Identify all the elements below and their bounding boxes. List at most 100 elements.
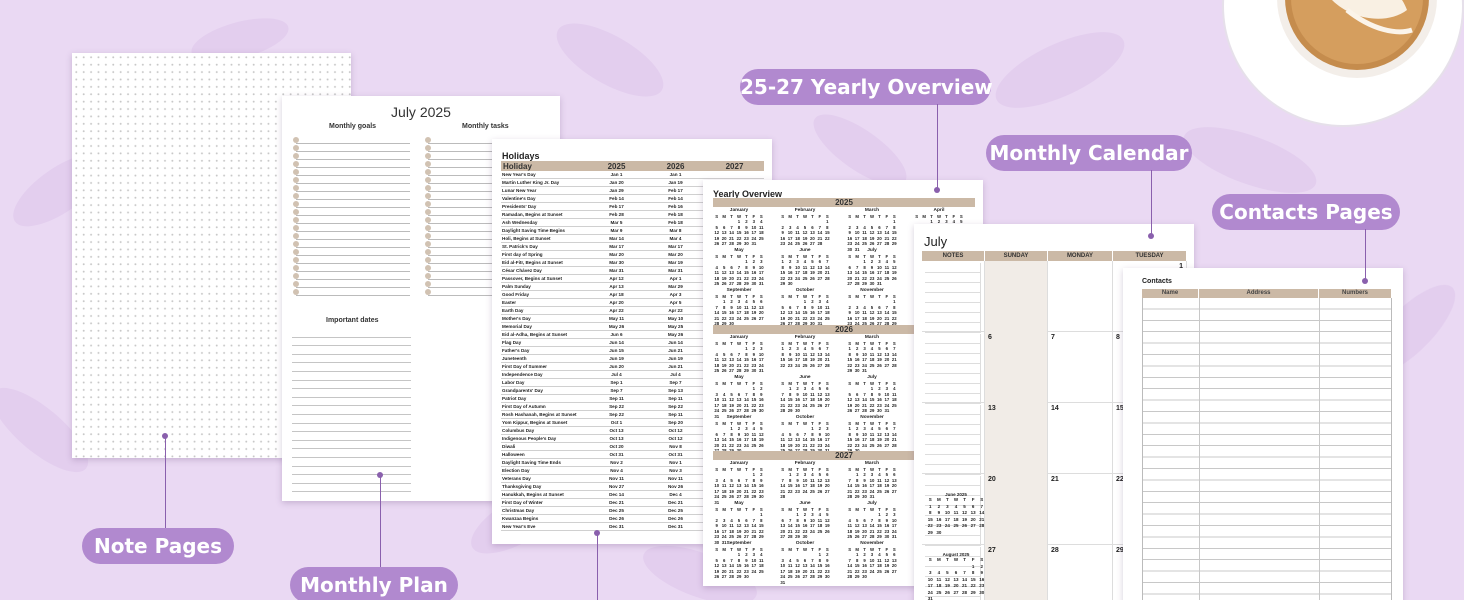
day-number: 22 <box>787 488 793 494</box>
bullet-icon <box>425 153 431 159</box>
month-grid: SMTWTFS123456789101112131415161718192021… <box>779 421 831 454</box>
holidays-title: Holidays <box>502 151 540 161</box>
note-line <box>925 435 981 445</box>
day-number: 28 <box>869 534 875 539</box>
month-grid: SMTWTFS123456789101112131415161718192021… <box>713 467 765 506</box>
table-cell: Jan 29 <box>587 186 646 196</box>
day-number: 29 <box>751 408 757 413</box>
day-number: 28 <box>979 523 985 528</box>
table-cell: Yom Kippur, Begins at Sunset <box>501 418 587 428</box>
day-number: 26 <box>962 523 968 528</box>
day-number: 24 <box>795 275 800 281</box>
table-cell: Feb 28 <box>587 210 646 220</box>
month-grid: SMTWTFS123456789101112131415161718192021… <box>779 214 831 247</box>
table-row: New Year's Day Jan 1 Jan 1 <box>501 171 764 180</box>
day-number: 27 <box>953 589 959 595</box>
table-cell: Indigenous People's Day <box>501 434 587 444</box>
list-item <box>293 168 410 176</box>
day-number: 26 <box>714 574 720 579</box>
bullet-icon <box>293 201 299 207</box>
day-number: 26 <box>891 275 897 281</box>
day-number: 27 <box>824 402 830 408</box>
table-cell: Mar 5 <box>587 218 646 228</box>
table-cell: Apr 3 <box>646 290 705 300</box>
mini-month: July S M T W T F S 1 2 3 4 5 6 7 8 9 10 11 12 13 14 15 16 17 18 19… <box>846 248 898 287</box>
day-number: 30 <box>979 589 985 595</box>
bullet-icon <box>425 233 431 239</box>
day-number: 28 <box>787 534 793 539</box>
note-pages-connector <box>165 436 166 530</box>
mini-month: May S M T W T F S 1 2 3 4 5 6 7 8 9 10 11 12 13 14 15 16 17 18 19 2… <box>713 248 765 287</box>
yearly-connector <box>937 104 938 190</box>
day-number: 25 <box>721 408 727 413</box>
day-number: 28 <box>744 408 749 413</box>
month-grid: SMTWTFS123456789101112131415161718192021… <box>713 294 765 327</box>
day-cell: 21 <box>1048 474 1113 548</box>
mini-month: January S M T W T F S 1 2 3 4 5 6 7 8 9 10 11 12 13 14 15 16 17 1… <box>713 335 765 374</box>
month-grid: SMTWTFS123456789101112131415161718192021… <box>713 507 765 546</box>
label-contacts-pages: Contacts Pages <box>1212 194 1400 230</box>
monthly-plan-dot <box>377 472 383 478</box>
day-number: 31 <box>884 408 890 413</box>
day-number: 27 <box>817 362 823 368</box>
day-number: 29 <box>751 494 757 499</box>
table-cell: Patriot Day <box>501 394 587 404</box>
mini-month: March S M T W T F S 1 2 3 4 5 6 7 8 9 10 11 12 13 14 15 16 17 18 1… <box>846 461 898 500</box>
day-number: 25 <box>714 368 720 373</box>
table-cell: Dec 4 <box>646 490 705 500</box>
table-cell: Jun 19 <box>646 354 705 364</box>
note-line <box>925 273 981 283</box>
holidays-connector <box>597 533 598 600</box>
note-line <box>925 263 981 273</box>
day-number: 29 <box>877 534 882 539</box>
table-cell: Jun 21 <box>646 346 705 356</box>
day-number: 24 <box>744 442 749 448</box>
list-item <box>292 415 411 424</box>
day-number: 30 <box>795 408 800 413</box>
list-item <box>293 144 410 152</box>
month-grid: SMTWTFS123456789101112131415161718192021… <box>779 254 831 287</box>
day-number: 29 <box>736 241 742 246</box>
table-cell: Feb 18 <box>646 218 705 228</box>
table-cell: Memorial Day <box>501 322 587 332</box>
table-cell: May 26 <box>646 330 705 340</box>
day-number: 29 <box>869 408 875 413</box>
table-cell: Dec 31 <box>646 522 705 532</box>
label-yearly-overview: 25-27 Yearly Overview <box>740 69 993 105</box>
day-number: 25 <box>877 488 882 494</box>
table-cell: Mar 4 <box>646 234 705 244</box>
table-cell: Jan 20 <box>587 178 646 188</box>
day-number: 30 <box>869 281 875 286</box>
table-cell: Dec 21 <box>646 498 705 508</box>
table-cell: Holi, Begins at Sunset <box>501 234 587 244</box>
day-number: 30 <box>862 574 867 579</box>
table-cell: Independence Day <box>501 370 587 380</box>
table-cell: Nov 8 <box>646 442 705 452</box>
day-number: 29 <box>795 534 800 539</box>
contacts-dot <box>1362 278 1368 284</box>
day-number: 29 <box>970 589 976 595</box>
table-cell: Earth Day <box>501 306 587 316</box>
calendar-header: SUNDAY <box>985 251 1048 261</box>
table-cell: Easter <box>501 298 587 308</box>
note-line <box>925 415 981 425</box>
month-grid: SMTWTFS123456789101112131415161718192021… <box>713 341 765 374</box>
day-number: 25 <box>795 241 800 246</box>
table-cell: Sep 11 <box>646 410 705 420</box>
table-cell: Feb 18 <box>646 210 705 220</box>
day-number: 28 <box>884 241 890 246</box>
table-cell: Mother's Day <box>501 314 587 324</box>
notes-cell <box>922 403 985 477</box>
table-cell: Eid al-Fitr, Begins at Sunset <box>501 258 587 268</box>
list-item <box>292 355 411 364</box>
mini-month: October S M T W T F S 1 2 3 4 5 6 7 8 9 10 11 12 13 14 15 16 17 1… <box>779 415 831 454</box>
month-grid: SMTWTFS123456789101112131415161718192021… <box>846 214 898 253</box>
month-grid: SMTWTFS123456789101112131415161718192021… <box>846 381 898 414</box>
table-cell: Mar 31 <box>587 266 646 276</box>
table-cell: Dec 26 <box>587 514 646 524</box>
list-item <box>292 398 411 407</box>
day-number: 27 <box>891 568 897 574</box>
day-number: 25 <box>758 235 764 241</box>
day-number: 30 <box>854 368 860 373</box>
calendar-header: MONDAY <box>1048 251 1113 261</box>
